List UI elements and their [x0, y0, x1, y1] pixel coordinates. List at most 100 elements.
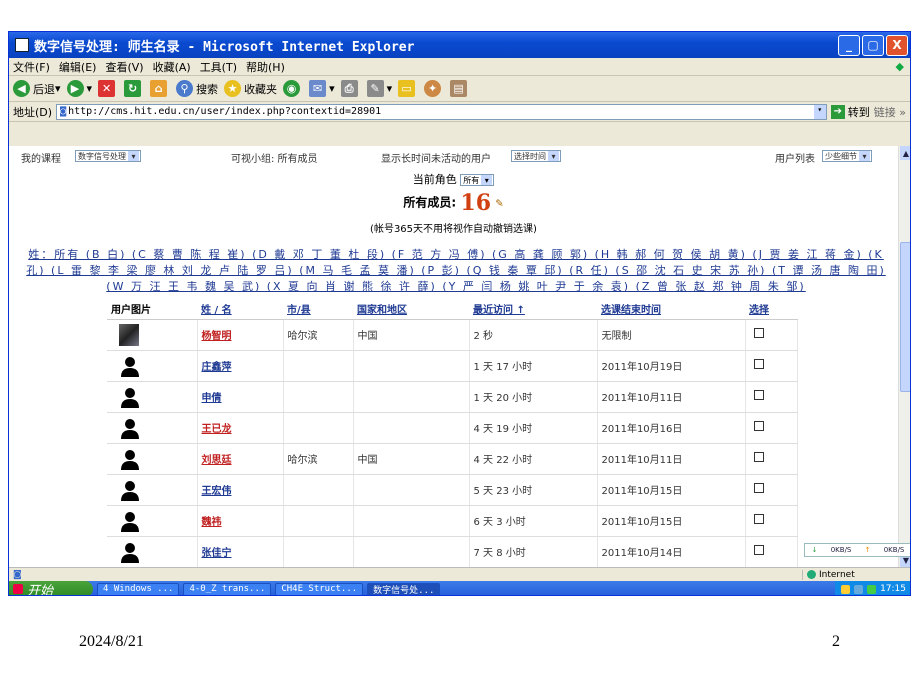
city-cell — [283, 381, 354, 413]
select-checkbox[interactable] — [753, 514, 764, 524]
media-button[interactable]: ◉ — [283, 80, 303, 97]
select-checkbox[interactable] — [753, 545, 764, 555]
star-icon: ★ — [224, 80, 242, 97]
favorites-button[interactable]: ★ 收藏夹 — [224, 80, 277, 97]
minimize-button[interactable]: _ — [838, 34, 860, 56]
title-bar[interactable]: 数字信号处理: 师生名录 - Microsoft Internet Explor… — [9, 32, 910, 58]
select-checkbox[interactable] — [753, 359, 764, 369]
menu-edit[interactable]: 编辑(E) — [59, 59, 97, 75]
start-button[interactable]: 开始 — [9, 581, 93, 595]
menu-view[interactable]: 查看(V) — [105, 59, 143, 75]
edit-icon: ✎ — [366, 80, 384, 97]
last-access-cell: 4 天 19 小时 — [469, 412, 598, 444]
address-url: http://cms.hit.edu.cn/user/index.php?con… — [68, 106, 382, 117]
search-icon: ⚲ — [176, 80, 194, 97]
stop-button[interactable]: ✕ — [98, 80, 118, 97]
status-bar: ◙ Internet — [9, 567, 910, 581]
edit-button[interactable]: ✎ ▾ — [366, 80, 392, 97]
default-avatar-icon[interactable] — [119, 479, 141, 501]
user-name-link[interactable]: 申倩 — [202, 393, 222, 404]
user-name-link[interactable]: 王宏伟 — [202, 486, 232, 497]
role-select[interactable]: 所有 ▾ — [460, 174, 495, 186]
links-button[interactable]: 链接 » — [874, 104, 906, 120]
city-cell — [283, 474, 354, 506]
search-button[interactable]: ⚲ 搜索 — [176, 80, 218, 97]
user-name-link[interactable]: 王已龙 — [202, 424, 232, 435]
address-dropdown-icon[interactable]: ▾ — [813, 104, 826, 119]
vertical-scrollbar[interactable]: ▲ ▼ — [898, 146, 910, 567]
select-checkbox[interactable] — [753, 452, 764, 462]
default-avatar-icon[interactable] — [119, 510, 141, 532]
menu-help[interactable]: 帮助(H) — [246, 59, 285, 75]
surname-filter-links[interactable]: 姓：所有 (B 白) (C 蔡 曹 陈 程 崔) (D 戴 邓 丁 董 杜 段)… — [26, 248, 885, 293]
user-name-link[interactable]: 庄鑫萍 — [202, 362, 232, 373]
scroll-thumb[interactable] — [900, 242, 910, 392]
country-cell — [353, 412, 470, 444]
folder-button[interactable]: ▭ — [398, 80, 418, 97]
inactive-time-select[interactable]: 选择时间 — [511, 150, 561, 162]
header-enroll-end[interactable]: 选课结束时间 — [597, 299, 745, 320]
slide-number: 2 — [832, 633, 840, 650]
header-last-access[interactable]: 最近访问 ↑ — [469, 299, 597, 320]
go-button[interactable]: ➔ 转到 — [830, 104, 870, 120]
task-struct[interactable]: CH4E Struct... — [275, 582, 364, 595]
scroll-up-icon[interactable]: ▲ — [900, 146, 910, 160]
menu-file[interactable]: 文件(F) — [13, 59, 50, 75]
security-zone: Internet — [802, 569, 910, 580]
maximize-button[interactable]: ▢ — [862, 34, 884, 56]
course-select[interactable]: 数字信号处理 — [75, 150, 141, 162]
default-avatar-icon[interactable] — [119, 448, 141, 470]
user-name-link[interactable]: 刘思廷 — [202, 455, 232, 466]
edit-pencil-icon[interactable]: ✎ — [495, 199, 503, 210]
select-cell — [745, 443, 798, 475]
select-checkbox[interactable] — [753, 328, 764, 338]
default-avatar-icon[interactable] — [119, 386, 141, 408]
close-button[interactable]: X — [886, 34, 908, 56]
user-name-link[interactable]: 杨智明 — [202, 331, 232, 342]
app-icon — [15, 38, 29, 52]
forward-button[interactable]: ▶ ▾ — [66, 80, 92, 97]
user-photo[interactable] — [119, 323, 139, 346]
select-cell — [745, 319, 798, 351]
default-avatar-icon[interactable] — [119, 417, 141, 439]
print-button[interactable]: ⎙ — [340, 80, 361, 97]
header-country[interactable]: 国家和地区 — [353, 299, 469, 320]
address-input[interactable]: ◙ http://cms.hit.edu.cn/user/index.php?c… — [56, 103, 827, 120]
mail-button[interactable]: ✉ ▾ — [309, 80, 335, 97]
back-icon: ◀ — [13, 80, 30, 97]
surname-filter[interactable]: 姓：所有 (B 白) (C 蔡 曹 陈 程 崔) (D 戴 邓 丁 董 杜 段)… — [21, 247, 891, 295]
messenger-button[interactable]: ✦ — [424, 80, 444, 97]
select-checkbox[interactable] — [753, 483, 764, 493]
go-arrow-icon: ➔ — [830, 104, 845, 119]
task-trans[interactable]: 4-0_Z trans... — [183, 582, 272, 595]
header-city[interactable]: 市/县 — [283, 299, 353, 320]
enroll-end-cell: 2011年10月15日 — [597, 474, 746, 506]
menu-tools[interactable]: 工具(T) — [200, 59, 237, 75]
tray-volume-icon[interactable] — [867, 584, 877, 594]
select-checkbox[interactable] — [753, 390, 764, 400]
photo-cell — [107, 536, 198, 567]
user-name-link[interactable]: 魏祎 — [202, 517, 222, 528]
refresh-icon: ↻ — [124, 80, 142, 97]
photo-cell — [107, 505, 198, 537]
user-name-link[interactable]: 张佳宁 — [202, 548, 232, 559]
select-cell — [745, 474, 798, 506]
header-select[interactable]: 选择 — [745, 299, 797, 320]
task-ie[interactable]: 数字信号处... — [367, 582, 441, 595]
user-list-select[interactable]: 少些细节 — [822, 150, 872, 162]
last-access-cell: 2 秒 — [469, 319, 598, 351]
refresh-button[interactable]: ↻ — [124, 80, 144, 97]
header-name[interactable]: 姓 / 名 — [197, 299, 283, 320]
research-button[interactable]: ▤ — [450, 80, 470, 97]
menu-favorites[interactable]: 收藏(A) — [153, 59, 191, 75]
tray-icon[interactable] — [841, 584, 851, 594]
default-avatar-icon[interactable] — [119, 355, 141, 377]
tray-network-icon[interactable] — [854, 584, 864, 594]
name-cell: 庄鑫萍 — [197, 350, 284, 382]
globe-icon — [807, 570, 816, 579]
back-button[interactable]: ◀ 后退 ▾ — [13, 80, 61, 97]
home-button[interactable]: ⌂ — [150, 80, 170, 97]
select-checkbox[interactable] — [753, 421, 764, 431]
task-windows-group[interactable]: 4 Windows ... — [97, 582, 180, 595]
default-avatar-icon[interactable] — [119, 541, 141, 563]
